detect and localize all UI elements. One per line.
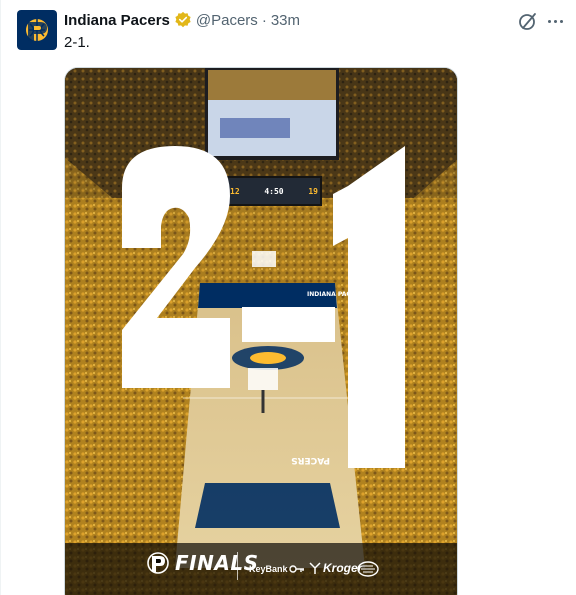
scoreboard-away: 19 (308, 186, 318, 196)
pacers-logo-icon (26, 19, 48, 41)
tweet: Indiana Pacers @Pacers · 33m 2-1. INDIAN… (0, 0, 576, 595)
finals-logo: FINALS (145, 550, 258, 576)
separator-dot: · (261, 11, 267, 29)
more-icon[interactable] (545, 12, 565, 30)
tweet-text: 2-1. (64, 34, 90, 51)
author-handle[interactable]: @Pacers (196, 12, 258, 29)
fieldhouse-logo-icon (357, 561, 379, 577)
sponsor-keybank: KeyBank (249, 564, 288, 574)
tweet-media-image[interactable]: INDIANA PACERS PACERS 12 4:50 19 FINALS … (64, 67, 458, 595)
finals-label: FINALS (175, 551, 259, 575)
court-text-bottom: PACERS (291, 455, 330, 465)
scoreboard: 12 4:50 19 (230, 180, 318, 202)
timestamp[interactable]: 33m (271, 12, 300, 29)
kroger-crest-icon (309, 562, 321, 574)
verified-badge-icon (175, 11, 191, 28)
pacers-p-icon (147, 552, 169, 574)
key-icon (289, 565, 304, 573)
author-name[interactable]: Indiana Pacers (64, 12, 170, 29)
scoreboard-home: 12 (230, 186, 240, 196)
avatar[interactable] (17, 10, 57, 50)
scoreboard-clock: 4:50 (264, 186, 284, 196)
tweet-header: Indiana Pacers @Pacers · 33m (64, 10, 300, 30)
arena-photo: INDIANA PACERS PACERS (65, 68, 457, 595)
footer-divider (237, 552, 238, 580)
grok-icon[interactable] (517, 10, 539, 32)
